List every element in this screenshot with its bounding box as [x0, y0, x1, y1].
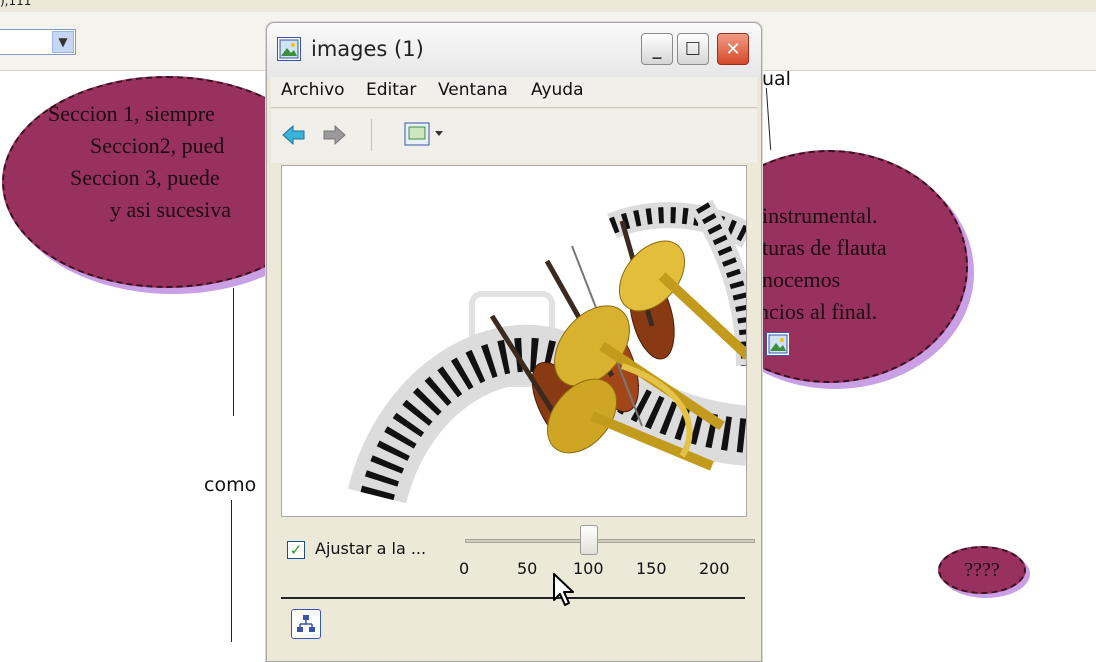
bubble-text: y asi sucesiva [110, 197, 231, 222]
zoom-slider-thumb[interactable] [580, 525, 599, 555]
image-display[interactable] [281, 165, 747, 517]
view-mode-icon[interactable] [401, 119, 447, 157]
zoom-tick: 0 [459, 559, 470, 578]
fit-checkbox[interactable]: ✓ [287, 541, 305, 559]
zoom-tick: 150 [636, 559, 667, 578]
zoom-tick: 200 [699, 559, 730, 578]
image-viewer-window: images (1) _ ☐ ✕ Archivo Editar Ventana … [266, 22, 762, 662]
maximize-icon: ☐ [684, 38, 702, 60]
title-bar[interactable]: images (1) _ ☐ ✕ [267, 23, 761, 79]
close-icon: ✕ [725, 38, 741, 60]
forward-arrow-icon[interactable] [321, 123, 347, 153]
top-strip-text: ),111 [0, 0, 32, 8]
bubble-text: turas de flauta [762, 235, 887, 260]
mouse-cursor-icon [552, 572, 578, 612]
menu-bar: Archivo Editar Ventana Ayuda [271, 77, 757, 108]
instruments-image [282, 166, 746, 516]
checkmark-icon: ✓ [289, 541, 303, 559]
minimize-icon: _ [652, 38, 662, 60]
window-title: images (1) [311, 37, 424, 61]
bubble-text: ???? [964, 559, 1000, 581]
viewer-toolbar [271, 109, 757, 163]
background-combo[interactable]: ▼ [0, 29, 76, 55]
connector-line [233, 288, 234, 416]
back-arrow-icon[interactable] [281, 123, 307, 153]
label-como: como [204, 474, 257, 496]
bubble-text: ncios al final. [758, 299, 878, 324]
menu-ventana[interactable]: Ventana [438, 80, 508, 100]
bubble-text: instrumental. [762, 203, 878, 228]
status-divider [281, 597, 745, 599]
maximize-button[interactable]: ☐ [677, 33, 709, 65]
menu-archivo[interactable]: Archivo [281, 80, 345, 100]
bubble-text: Seccion2, pued [90, 133, 225, 158]
zoom-tick: 50 [517, 559, 538, 578]
fit-checkbox-label: Ajustar a la ... [315, 539, 427, 558]
toolbar-separator [371, 119, 372, 151]
bubble-text: Seccion 1, siempre [48, 101, 215, 126]
menu-editar[interactable]: Editar [366, 80, 416, 100]
chevron-down-icon[interactable]: ▼ [52, 31, 74, 53]
image-app-icon [277, 37, 301, 61]
minimize-button[interactable]: _ [641, 33, 673, 65]
attached-image-icon[interactable] [766, 332, 790, 356]
menu-ayuda[interactable]: Ayuda [531, 80, 584, 100]
zoom-controls: ✓ Ajustar a la ... 0 50 100 150 200 [271, 523, 757, 593]
close-button[interactable]: ✕ [717, 33, 749, 65]
hierarchy-icon[interactable] [291, 609, 321, 639]
bubble-text: nocemos [762, 267, 841, 292]
label-cual: ual [762, 68, 791, 90]
concept-bubble-question[interactable]: ???? [938, 546, 1026, 594]
bubble-text: Seccion 3, puede [70, 165, 220, 190]
zoom-slider[interactable] [465, 539, 755, 543]
connector-line [231, 500, 232, 642]
